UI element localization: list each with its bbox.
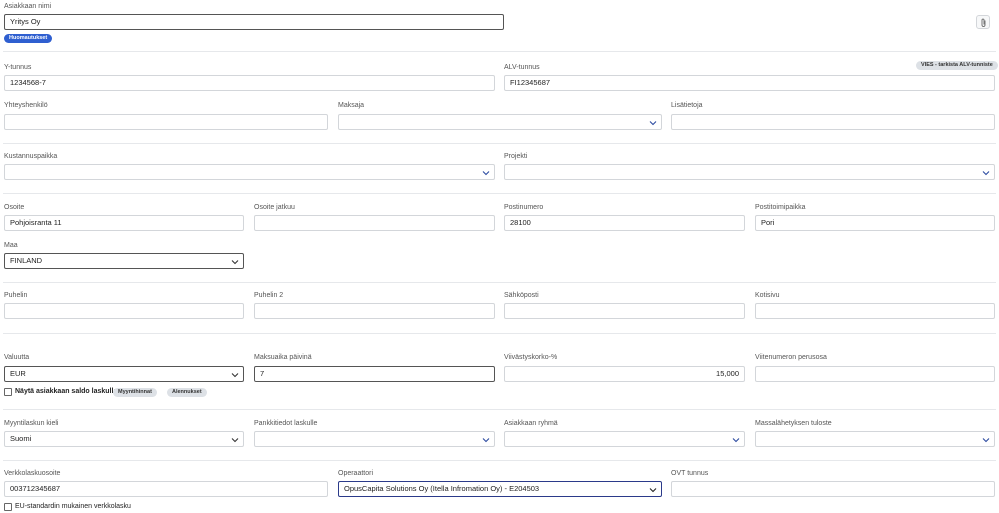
invoice-language-value: Suomi — [10, 434, 32, 443]
business-id-input[interactable]: 1234568-7 — [4, 75, 495, 91]
chevron-down-icon — [649, 119, 657, 127]
postal-city-input[interactable]: Pori — [755, 215, 995, 231]
customer-group-label: Asiakkaan ryhmä — [504, 420, 558, 427]
vies-check-button[interactable]: VIES - tarkista ALV-tunniste — [916, 61, 998, 70]
homepage-input[interactable] — [755, 303, 995, 319]
mass-print-label: Massalähetyksen tuloste — [755, 420, 832, 427]
postal-code-input[interactable]: 28100 — [504, 215, 745, 231]
invoice-language-select[interactable]: Suomi — [4, 431, 244, 447]
address-input[interactable]: Pohjoisranta 11 — [4, 215, 244, 231]
additional-info-label: Lisätietoja — [671, 102, 703, 109]
customer-name-label: Asiakkaan nimi — [4, 3, 52, 10]
operator-value: OpusCapita Solutions Oy (Itella Infromat… — [344, 484, 540, 493]
paperclip-icon — [981, 18, 986, 27]
section-divider — [3, 51, 996, 52]
ovt-label: OVT tunnus — [671, 470, 709, 477]
chevron-down-icon — [732, 436, 740, 444]
country-value: FINLAND — [10, 256, 43, 265]
bank-details-select[interactable] — [254, 431, 495, 447]
section-divider — [3, 282, 996, 283]
address-label: Osoite — [4, 204, 25, 211]
currency-select[interactable]: EUR — [4, 366, 244, 382]
payment-days-input[interactable]: 7 — [254, 366, 495, 382]
customer-group-select[interactable] — [504, 431, 745, 447]
chevron-down-icon — [649, 486, 657, 494]
vat-id-input[interactable]: FI12345687 — [504, 75, 995, 91]
notes-badge[interactable]: Huomautukset — [4, 34, 53, 43]
reference-base-input[interactable] — [755, 366, 995, 382]
eu-einvoice-label: EU-standardin mukainen verkkolasku — [15, 503, 131, 510]
attachment-button[interactable] — [976, 15, 990, 29]
email-label: Sähköposti — [504, 292, 539, 299]
section-divider — [3, 460, 996, 461]
interest-label: Viivästyskorko-% — [504, 354, 558, 361]
postal-code-label: Postinumero — [504, 204, 544, 211]
address-cont-label: Osoite jatkuu — [254, 204, 295, 211]
discounts-button[interactable]: Alennukset — [167, 388, 207, 397]
contact-person-label: Yhteyshenkilö — [4, 102, 48, 109]
phone-label: Puhelin — [4, 292, 28, 299]
eu-einvoice-checkbox[interactable] — [4, 503, 12, 511]
section-divider — [3, 193, 996, 194]
payer-select[interactable] — [338, 114, 662, 130]
interest-input[interactable]: 15,000 — [504, 366, 745, 382]
chevron-down-icon — [482, 436, 490, 444]
chevron-down-icon — [482, 169, 490, 177]
country-select[interactable]: FINLAND — [4, 253, 244, 269]
business-id-label: Y-tunnus — [4, 64, 32, 71]
section-divider — [3, 143, 996, 144]
payer-label: Maksaja — [338, 102, 365, 109]
invoice-language-label: Myyntilaskun kieli — [4, 420, 59, 427]
currency-value: EUR — [10, 369, 26, 378]
einvoice-address-label: Verkkolaskuosoite — [4, 470, 61, 477]
phone2-input[interactable] — [254, 303, 495, 319]
contact-person-input[interactable] — [4, 114, 328, 130]
operator-select[interactable]: OpusCapita Solutions Oy (Itella Infromat… — [338, 481, 662, 497]
chevron-down-icon — [982, 169, 990, 177]
show-balance-checkbox[interactable] — [4, 388, 12, 396]
customer-name-input[interactable]: Yritys Oy — [4, 14, 504, 30]
operator-label: Operaattori — [338, 470, 374, 477]
chevron-down-icon — [231, 371, 239, 379]
ovt-input[interactable] — [671, 481, 995, 497]
reference-base-label: Viitenumeron perusosa — [755, 354, 827, 361]
vat-id-label: ALV-tunnus — [504, 64, 540, 71]
cost-center-label: Kustannuspaikka — [4, 153, 58, 160]
chevron-down-icon — [231, 436, 239, 444]
project-label: Projekti — [504, 153, 528, 160]
bank-details-label: Pankkitiedot laskulle — [254, 420, 318, 427]
project-select[interactable] — [504, 164, 995, 180]
section-divider — [3, 333, 996, 334]
homepage-label: Kotisivu — [755, 292, 780, 299]
cost-center-select[interactable] — [4, 164, 495, 180]
chevron-down-icon — [231, 258, 239, 266]
phone2-label: Puhelin 2 — [254, 292, 284, 299]
address-cont-input[interactable] — [254, 215, 495, 231]
mass-print-select[interactable] — [755, 431, 995, 447]
email-input[interactable] — [504, 303, 745, 319]
postal-city-label: Postitoimipaikka — [755, 204, 806, 211]
country-label: Maa — [4, 242, 18, 249]
section-divider — [3, 409, 996, 410]
payment-days-label: Maksuaika päivinä — [254, 354, 312, 361]
einvoice-address-input[interactable]: 003712345687 — [4, 481, 328, 497]
additional-info-input[interactable] — [671, 114, 995, 130]
show-balance-label: Näytä asiakkaan saldo laskulla — [15, 388, 118, 395]
chevron-down-icon — [982, 436, 990, 444]
currency-label: Valuutta — [4, 354, 30, 361]
phone-input[interactable] — [4, 303, 244, 319]
sales-prices-button[interactable]: Myyntihinnat — [113, 388, 157, 397]
